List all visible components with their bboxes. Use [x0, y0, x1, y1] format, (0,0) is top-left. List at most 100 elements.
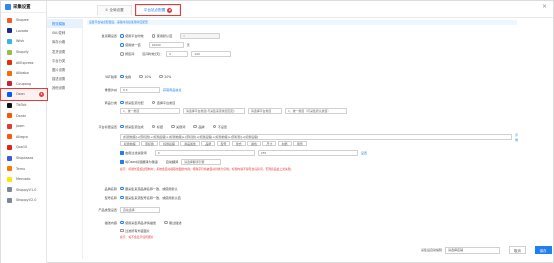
shipping-opt-uniform[interactable]: 使用统一值: [120, 42, 141, 47]
title-tag-button[interactable]: 商品属性: [180, 141, 200, 146]
title-label: 平台标题设置: [98, 125, 117, 129]
save-button[interactable]: 保存: [534, 246, 552, 254]
title-tag-button[interactable]: 标题前缀: [120, 141, 140, 146]
tab-label: ① 全局设置: [105, 8, 124, 12]
sidebar-item-ozon[interactable]: Ozon 1: [0, 88, 48, 101]
title-tag-button[interactable]: 尺寸: [262, 141, 277, 146]
shipping-days-input[interactable]: 10000: [148, 42, 184, 48]
platform-logo-icon: [7, 187, 12, 193]
section-nav-item[interactable]: 其他设置: [47, 83, 82, 92]
category-label: 商品分类: [104, 101, 117, 105]
limit-from-input[interactable]: 0: [154, 150, 255, 156]
opt-label: 过滤所有外链图片: [125, 229, 150, 233]
radio-icon: [151, 124, 156, 129]
sidebar-item-daraz[interactable]: Daraz: [1, 110, 47, 121]
sidebar-item-allegro[interactable]: Allegro: [1, 132, 47, 143]
sidebar-item-shoplazza[interactable]: Shoplazza: [1, 153, 47, 164]
opt-label: 标题: [156, 125, 163, 129]
title-template-input[interactable]: [标题前缀]+[原标题]+[标题后缀]+[标题前缀]+[原标题]+[标题后缀]+…: [120, 134, 512, 140]
sidebar-item-temu[interactable]: Temu: [1, 163, 47, 174]
sidebar-item-qoo10[interactable]: Qoo10: [1, 142, 47, 153]
category-select-1[interactable]: 1、统一类目: [120, 108, 180, 114]
weight-input[interactable]: 0.5: [120, 87, 160, 93]
sidebar-item-coupang[interactable]: Coupang: [1, 79, 47, 90]
select-value: 1、统一类目: [123, 108, 140, 113]
opt-label: 将Ozon标题翻译为俄语: [125, 160, 158, 165]
brand-opt[interactable]: 跟采集来源品牌名称一致，或使用默认: [120, 186, 178, 191]
limit-to-input[interactable]: 255: [257, 150, 358, 156]
section-nav-item[interactable]: 物流模版: [47, 19, 82, 29]
title-opt-source[interactable]: 按采集源生成: [120, 124, 144, 129]
title-tag-button[interactable]: 标题后缀: [159, 141, 179, 146]
limit-link[interactable]: 设置: [361, 150, 367, 155]
title-tag-button[interactable]: 颜色: [247, 141, 261, 146]
tab-global-settings[interactable]: ① 全局设置: [97, 5, 132, 15]
input-value: 0: [157, 150, 160, 155]
translate-opt[interactable]: 将Ozon标题翻译为俄语: [120, 159, 158, 164]
opt-label: 选择平台类目: [156, 101, 176, 105]
sidebar-item-lazada[interactable]: Lazada: [1, 26, 47, 37]
title-example-link[interactable]: 示例: [515, 132, 521, 142]
title-tag-button[interactable]: 品牌: [201, 141, 216, 146]
title-tag-button[interactable]: 型号: [216, 141, 231, 146]
category-opt-source[interactable]: 按采集源分配: [120, 100, 144, 105]
title-opt-keyword[interactable]: 关键词: [170, 124, 185, 129]
select-value: 1、统一类目（可采集默认类目）: [288, 108, 331, 113]
desc-opt-source[interactable]: 使用采集商品详情描述: [120, 220, 156, 225]
sidebar-item-shoppyv2-0[interactable]: ShoppyV2.0: [1, 195, 47, 206]
product-type-select[interactable]: 自动选择: [120, 207, 160, 213]
category-opt-platform[interactable]: 选择平台类目: [151, 100, 176, 105]
category-select-3[interactable]: 请选择平台类目: [248, 108, 282, 114]
vat-opt-20[interactable]: 20%: [159, 75, 171, 79]
section-nav-item[interactable]: 描述设置: [47, 74, 82, 83]
radio-icon: [159, 74, 163, 79]
section-nav-item[interactable]: 图片设置: [47, 65, 82, 74]
range-from-input[interactable]: 0: [166, 51, 189, 57]
brand-row: 品牌名称 跟采集来源品牌名称一致，或使用默认: [87, 186, 183, 191]
limit-opt[interactable]: 启用过滤关键词: [120, 150, 147, 155]
title-tag-button[interactable]: 场景: [293, 141, 307, 146]
section-nav-item[interactable]: 库存价格: [47, 37, 82, 46]
section-nav-item[interactable]: SKU变种: [47, 28, 82, 37]
category-select-4[interactable]: 1、统一类目（可采集默认类目）: [285, 108, 347, 114]
vat-opt-10[interactable]: 10%: [139, 75, 151, 79]
close-icon[interactable]: ×: [542, 3, 547, 10]
footer-actions: 采集后自动编辑 请选择店铺 取消 保存: [421, 246, 552, 254]
sidebar-item-aliexpress[interactable]: AliExpress: [1, 57, 47, 68]
section-nav-item[interactable]: 平台分类: [47, 56, 82, 65]
model-opt[interactable]: 跟采集来源型号名称一致，或使用默认值: [120, 195, 181, 200]
sidebar-item-shopee[interactable]: Shopee: [1, 15, 47, 26]
shipping-opt-platform[interactable]: 使用平台时效: [120, 33, 144, 38]
title-tag-button[interactable]: 款式: [231, 141, 246, 146]
sidebar-item-mercado[interactable]: Mercado: [1, 174, 47, 185]
title-tag-button[interactable]: 材质: [277, 141, 292, 146]
title-opt-title[interactable]: 标题: [151, 124, 163, 129]
sidebar-item-shopify[interactable]: Shopify: [1, 47, 47, 58]
sidebar-item-alibaba[interactable]: Alibaba: [1, 68, 47, 79]
title-opt-brand[interactable]: 品牌: [193, 124, 205, 129]
title-opt-none[interactable]: 不设置: [212, 124, 227, 129]
opt-label: 不设置: [217, 125, 227, 129]
input-value: 0.5: [123, 87, 128, 92]
category-select-2[interactable]: 请选择平台类目(与采集来源类目匹配): [183, 108, 245, 114]
sidebar-item-shoppyv1-0[interactable]: ShoppyV1.0: [1, 185, 47, 196]
sidebar-item-wish[interactable]: Wish: [1, 36, 47, 47]
range-to-input[interactable]: 100: [191, 51, 232, 57]
sidebar-item-joom[interactable]: Joom: [1, 121, 47, 132]
sidebar-item-tiktok[interactable]: TikTok: [1, 100, 47, 111]
step-badge: 2: [167, 8, 173, 13]
opt-label: 10%: [144, 74, 152, 79]
shipping-select[interactable]: 0: [180, 33, 221, 39]
desc-filter-opt[interactable]: 过滤所有外链图片: [120, 228, 150, 233]
translate-select[interactable]: 请选择翻译引擎: [181, 159, 222, 165]
store-select[interactable]: 请选择店铺: [445, 246, 501, 254]
cancel-button[interactable]: 取消: [509, 246, 526, 254]
title-tag-button[interactable]: 原标题: [141, 141, 158, 146]
weight-link[interactable]: 获取商品信息: [163, 87, 182, 92]
shipping-opt-range[interactable]: 按区间: [120, 51, 134, 56]
desc-opt-skip[interactable]: 跳过描述: [164, 220, 182, 225]
platform-logo-icon: [7, 28, 12, 34]
tab-platform-config[interactable]: 平台站点配置 2: [134, 4, 182, 16]
section-nav-item[interactable]: 发货设置: [47, 47, 82, 56]
vat-opt-exempt[interactable]: 免税: [120, 74, 131, 79]
